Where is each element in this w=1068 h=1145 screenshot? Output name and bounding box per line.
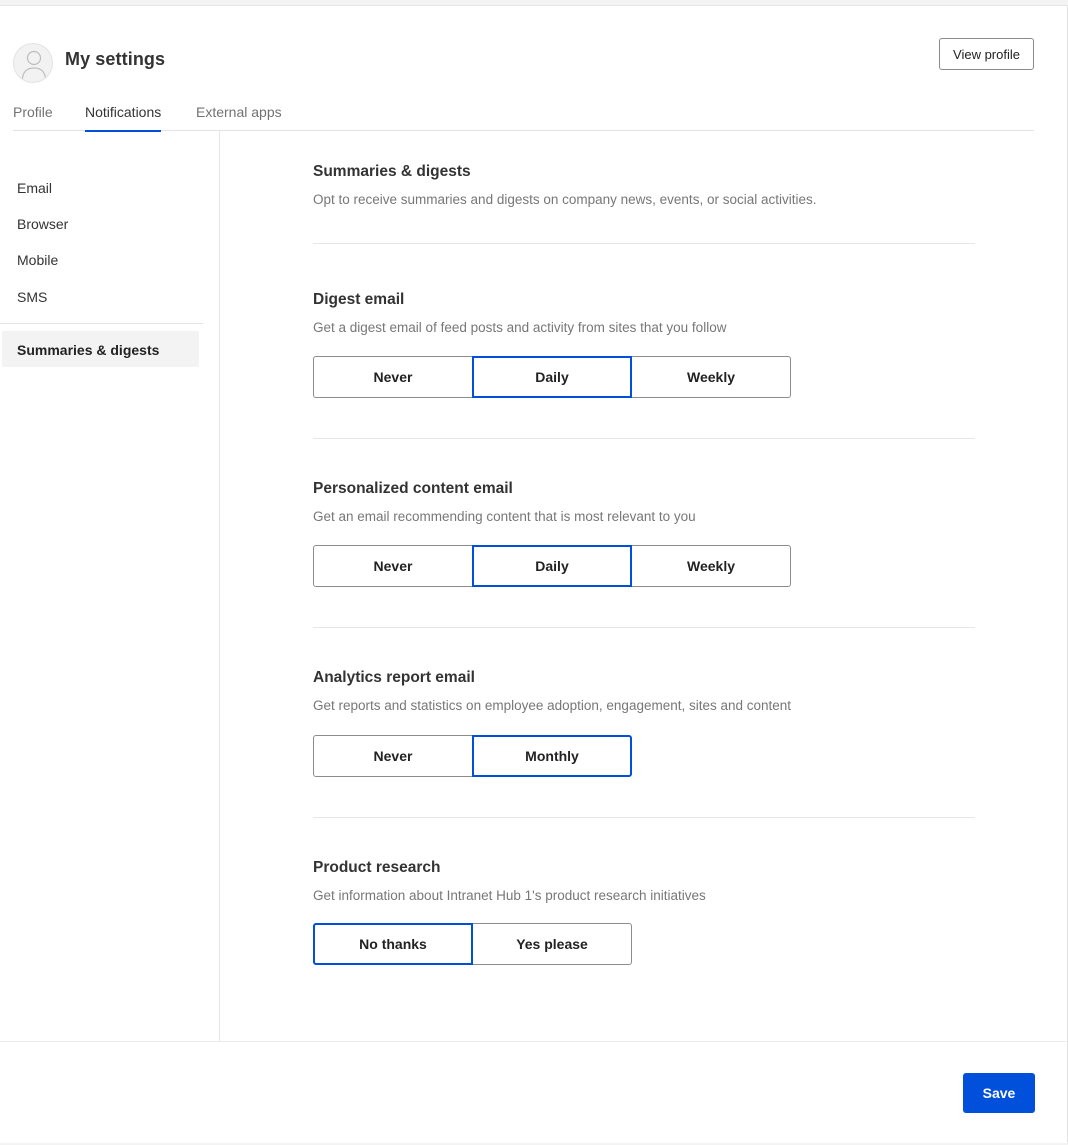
product-research-section: Product research Get information about I… xyxy=(313,859,975,903)
sidebar-divider xyxy=(0,323,203,324)
avatar xyxy=(13,43,53,83)
personalized-content-options: Never Daily Weekly xyxy=(313,545,791,587)
option-weekly[interactable]: Weekly xyxy=(631,545,791,587)
intro-section: Summaries & digests Opt to receive summa… xyxy=(313,163,975,207)
product-research-options: No thanks Yes please xyxy=(313,923,632,965)
section-divider xyxy=(313,438,975,439)
sidebar-item-label: Summaries & digests xyxy=(17,342,160,358)
sidebar-item-summaries-digests[interactable]: Summaries & digests xyxy=(2,331,199,367)
view-profile-button[interactable]: View profile xyxy=(939,38,1034,70)
analytics-report-section: Analytics report email Get reports and s… xyxy=(313,669,975,713)
page-title: My settings xyxy=(65,49,166,69)
section-description: Get reports and statistics on employee a… xyxy=(313,698,792,713)
section-description: Get an email recommending content that i… xyxy=(313,509,696,524)
option-never[interactable]: Never xyxy=(313,545,473,587)
digest-email-section: Digest email Get a digest email of feed … xyxy=(313,291,975,335)
sidebar-item-sms[interactable]: SMS xyxy=(17,289,47,305)
sidebar-item-mobile[interactable]: Mobile xyxy=(17,252,58,268)
section-divider xyxy=(313,627,975,628)
section-title: Personalized content email xyxy=(313,480,513,497)
option-yes-please[interactable]: Yes please xyxy=(472,923,632,965)
option-daily[interactable]: Daily xyxy=(472,545,632,587)
personalized-content-section: Personalized content email Get an email … xyxy=(313,480,975,524)
option-daily[interactable]: Daily xyxy=(472,356,632,398)
user-placeholder-icon xyxy=(21,50,47,82)
save-button[interactable]: Save xyxy=(963,1073,1035,1113)
section-title: Analytics report email xyxy=(313,669,475,686)
settings-card: My settings View profile Profile Notific… xyxy=(0,5,1068,1143)
tab-external-apps[interactable]: External apps xyxy=(196,104,282,131)
section-description: Get information about Intranet Hub 1's p… xyxy=(313,888,706,903)
section-title: Summaries & digests xyxy=(313,163,471,180)
sidebar: Email Browser Mobile SMS Summaries & dig… xyxy=(0,131,220,1043)
digest-email-options: Never Daily Weekly xyxy=(313,356,791,398)
option-weekly[interactable]: Weekly xyxy=(631,356,791,398)
footer: Save xyxy=(0,1041,1067,1143)
section-title: Product research xyxy=(313,859,441,876)
sidebar-item-email[interactable]: Email xyxy=(17,180,52,196)
option-no-thanks[interactable]: No thanks xyxy=(313,923,473,965)
analytics-report-options: Never Monthly xyxy=(313,735,632,777)
section-description: Get a digest email of feed posts and act… xyxy=(313,320,727,335)
section-divider xyxy=(313,817,975,818)
tab-bar: Profile Notifications External apps xyxy=(13,98,1034,132)
section-description: Opt to receive summaries and digests on … xyxy=(313,192,817,207)
tab-profile[interactable]: Profile xyxy=(13,104,53,131)
section-divider xyxy=(313,243,975,244)
tab-notifications[interactable]: Notifications xyxy=(85,104,162,132)
option-never[interactable]: Never xyxy=(313,735,473,777)
sidebar-item-browser[interactable]: Browser xyxy=(17,216,68,232)
option-monthly[interactable]: Monthly xyxy=(472,735,632,777)
section-title: Digest email xyxy=(313,291,405,308)
option-never[interactable]: Never xyxy=(313,356,473,398)
